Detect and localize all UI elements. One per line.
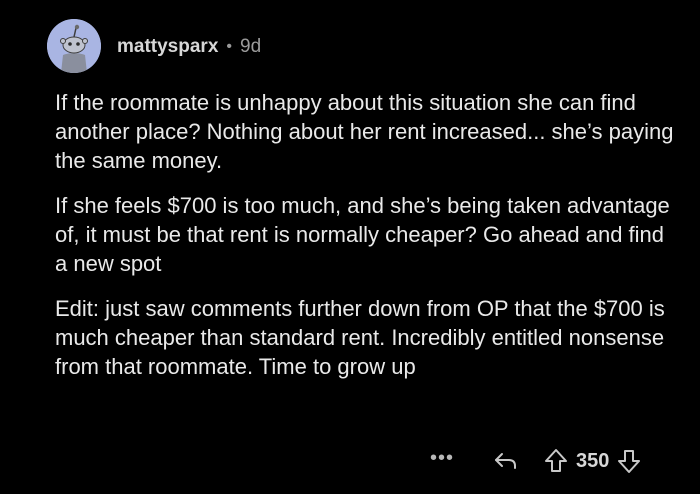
more-icon[interactable]: •••	[430, 442, 470, 474]
upvote-button[interactable]	[540, 445, 572, 477]
comment-age: 9d	[240, 36, 262, 57]
reply-button[interactable]	[490, 445, 522, 477]
comment: mattysparx • 9d If the roommate is unhap…	[0, 0, 700, 494]
comment-paragraph: Edit: just saw comments further down fro…	[55, 296, 665, 379]
vote-score: 350	[576, 449, 610, 472]
comment-paragraph: If the roommate is unhappy about this si…	[55, 90, 674, 173]
meta-separator: •	[226, 38, 232, 55]
comment-paragraph: If she feels $700 is too much, and she’s…	[55, 193, 670, 276]
comment-body: If the roommate is unhappy about this si…	[55, 88, 675, 397]
upvote-icon	[545, 449, 567, 472]
comment-meta: mattysparx • 9d	[117, 35, 261, 59]
reply-icon	[495, 453, 516, 469]
avatar[interactable]	[47, 19, 101, 73]
downvote-icon	[618, 450, 641, 473]
snoo-avatar-icon	[47, 19, 101, 73]
downvote-button[interactable]	[613, 445, 645, 477]
username-link[interactable]: mattysparx	[117, 35, 218, 59]
comment-actions: ••• 350	[430, 445, 645, 477]
